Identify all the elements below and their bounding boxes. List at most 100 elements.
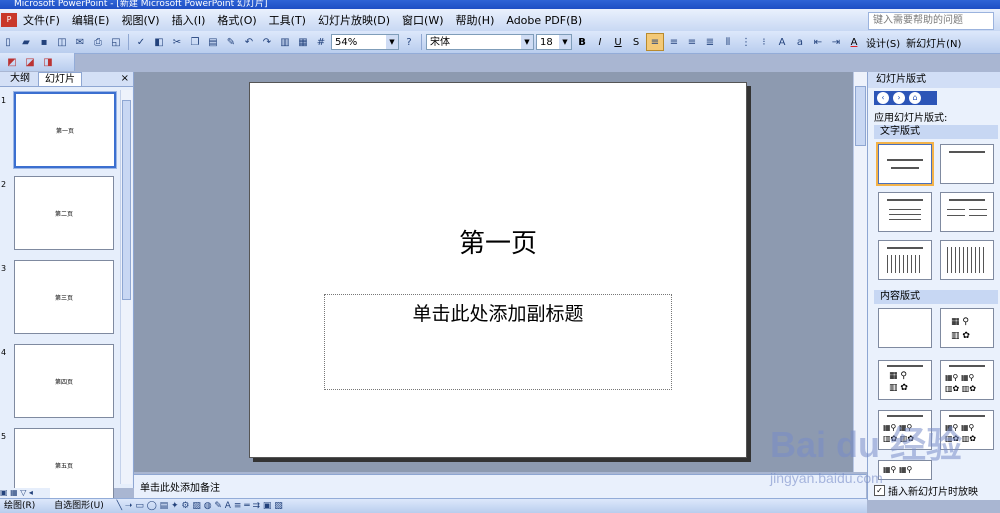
- open-folder-icon[interactable]: ▰: [18, 34, 34, 50]
- menu-adobe-pdf[interactable]: Adobe PDF(B): [500, 14, 588, 27]
- layout-title-slide[interactable]: [876, 142, 934, 186]
- print-icon[interactable]: ⎙: [90, 34, 106, 50]
- autoshape-menu[interactable]: 自选图形(U): [38, 501, 104, 511]
- increase-indent-icon[interactable]: ⇥: [828, 34, 844, 50]
- close-icon[interactable]: ×: [121, 72, 129, 86]
- slides-pane-scrollbar[interactable]: [120, 90, 132, 484]
- font-size-select[interactable]: 18 ▼: [536, 34, 572, 50]
- italic-button[interactable]: I: [592, 34, 608, 50]
- help-icon[interactable]: ?: [401, 34, 417, 50]
- font-select[interactable]: 宋体 ▼: [426, 34, 534, 50]
- table-icon[interactable]: ▦: [295, 34, 311, 50]
- menu-view[interactable]: 视图(V): [115, 12, 165, 28]
- chevron-down-icon[interactable]: ▼: [521, 35, 533, 49]
- spelling-icon[interactable]: ✓: [133, 34, 149, 50]
- underline-button[interactable]: U: [610, 34, 626, 50]
- scrollbar-thumb[interactable]: [122, 100, 131, 300]
- layout-partial[interactable]: ▦⚲ ▦⚲: [878, 460, 932, 480]
- layout-title-content[interactable]: ▦ ⚲ ▥ ✿: [878, 360, 932, 400]
- paste-icon[interactable]: ▤: [205, 34, 221, 50]
- align-left-icon[interactable]: ≡: [646, 33, 664, 51]
- home-icon[interactable]: ⌂: [909, 92, 921, 104]
- undo-icon[interactable]: ↶: [241, 34, 257, 50]
- menu-window[interactable]: 窗口(W): [396, 12, 449, 28]
- print-preview-icon[interactable]: ◱: [108, 34, 124, 50]
- decrease-font-icon[interactable]: a: [792, 34, 808, 50]
- menu-slideshow[interactable]: 幻灯片放映(D): [312, 12, 396, 28]
- slide-thumbnail[interactable]: 第三页: [14, 260, 114, 334]
- permission-icon[interactable]: ◫: [54, 34, 70, 50]
- align-right-icon[interactable]: ≡: [684, 34, 700, 50]
- pdf-review-icon[interactable]: ◨: [40, 54, 56, 70]
- menu-file[interactable]: 文件(F): [17, 12, 66, 28]
- chevron-down-icon[interactable]: ▼: [386, 35, 398, 49]
- menu-tools[interactable]: 工具(T): [263, 12, 312, 28]
- layout-blank[interactable]: [878, 308, 932, 348]
- menu-help[interactable]: 帮助(H): [450, 12, 501, 28]
- view-buttons[interactable]: ▣ ▦ ▽ ◂: [0, 488, 50, 498]
- menu-edit[interactable]: 编辑(E): [66, 12, 116, 28]
- subtitle-placeholder-box[interactable]: 单击此处添加副标题: [324, 294, 672, 390]
- pdf-convert-icon[interactable]: ◩: [4, 54, 20, 70]
- grid-icon[interactable]: #: [313, 34, 329, 50]
- layout-two-content[interactable]: ▦⚲ ▦⚲ ▥✿ ▥✿: [940, 360, 994, 400]
- pdf-email-icon[interactable]: ◪: [22, 54, 38, 70]
- justify-icon[interactable]: ≣: [702, 34, 718, 50]
- numbering-icon[interactable]: ⋮: [738, 34, 754, 50]
- layout-content[interactable]: ▦ ⚲ ▥ ✿: [940, 308, 994, 348]
- chevron-down-icon[interactable]: ▼: [559, 35, 571, 49]
- insert-show-checkbox-row[interactable]: ✓ 插入新幻灯片时放映: [874, 483, 978, 498]
- layout-vertical-text[interactable]: [878, 240, 932, 280]
- forward-icon[interactable]: ›: [893, 92, 905, 104]
- format-painter-icon[interactable]: ✎: [223, 34, 239, 50]
- task-pane-header[interactable]: 幻灯片版式: [868, 72, 1000, 88]
- email-icon[interactable]: ✉: [72, 34, 88, 50]
- slide-title[interactable]: 第一页: [250, 223, 746, 260]
- layout-line: [969, 215, 987, 216]
- columns-icon[interactable]: ⫴: [720, 34, 736, 50]
- layout-vertical-title-text[interactable]: [940, 240, 994, 280]
- bold-button[interactable]: B: [574, 34, 590, 50]
- layout-title-only[interactable]: [940, 144, 994, 184]
- copy-icon[interactable]: ❐: [187, 34, 203, 50]
- menu-format[interactable]: 格式(O): [211, 12, 262, 28]
- font-color-button[interactable]: A: [846, 34, 862, 50]
- layout-four-content-alt[interactable]: ▦⚲ ▦⚲ ▥✿ ▥✿: [940, 410, 994, 450]
- powerpoint-app-icon[interactable]: P: [1, 13, 17, 27]
- research-icon[interactable]: ◧: [151, 34, 167, 50]
- align-center-icon[interactable]: ≡: [666, 34, 682, 50]
- editor-vertical-scrollbar[interactable]: [853, 72, 867, 472]
- tab-slides[interactable]: 幻灯片: [38, 72, 82, 86]
- toolbar-divider: [421, 34, 422, 50]
- scrollbar-thumb[interactable]: [855, 86, 866, 146]
- zoom-select[interactable]: 54% ▼: [331, 34, 399, 50]
- notes-pane[interactable]: 单击此处添加备注: [134, 474, 866, 499]
- shadow-button[interactable]: S: [628, 34, 644, 50]
- design-button[interactable]: 设计(S): [864, 35, 902, 50]
- redo-icon[interactable]: ↷: [259, 34, 275, 50]
- new-slide-button[interactable]: 新幻灯片(N): [904, 35, 963, 50]
- layout-four-content[interactable]: ▦⚲ ▦⚲ ▥✿ ▥✿: [878, 410, 932, 450]
- layout-line: [889, 209, 921, 210]
- slide-thumbnail[interactable]: 第一页: [13, 91, 117, 169]
- slide-thumbnail[interactable]: 第四页: [14, 344, 114, 418]
- draw-menu[interactable]: 绘图(R): [0, 501, 35, 511]
- bullets-icon[interactable]: ⁝: [756, 34, 772, 50]
- decrease-indent-icon[interactable]: ⇤: [810, 34, 826, 50]
- save-icon[interactable]: ▪: [36, 34, 52, 50]
- layout-title-text[interactable]: [878, 192, 932, 232]
- checkbox-checked-icon[interactable]: ✓: [874, 485, 885, 496]
- slide-canvas[interactable]: 第一页 单击此处添加副标题: [249, 82, 747, 458]
- cut-icon[interactable]: ✂: [169, 34, 185, 50]
- menu-insert[interactable]: 插入(I): [166, 12, 212, 28]
- new-file-icon[interactable]: ▯: [0, 34, 16, 50]
- increase-font-icon[interactable]: A: [774, 34, 790, 50]
- layout-two-columns[interactable]: [940, 192, 994, 232]
- tab-outline[interactable]: 大纲: [4, 72, 36, 86]
- drawing-tools-icons[interactable]: ╲ ➝ ▭ ◯ ▤ ✦ ⚙ ▨ ◍ ✎ A ≡ ═ ⇉ ▣ ▧: [107, 501, 283, 511]
- slide-thumbnail[interactable]: 第二页: [14, 176, 114, 250]
- help-search-input[interactable]: 键入需要帮助的问题: [868, 12, 994, 30]
- standard-toolbar: ▯ ▰ ▪ ◫ ✉ ⎙ ◱ ✓ ◧ ✂ ❐ ▤ ✎ ↶ ↷ ▥ ▦ # 54% …: [0, 31, 1000, 54]
- chart-icon[interactable]: ▥: [277, 34, 293, 50]
- back-icon[interactable]: ‹: [877, 92, 889, 104]
